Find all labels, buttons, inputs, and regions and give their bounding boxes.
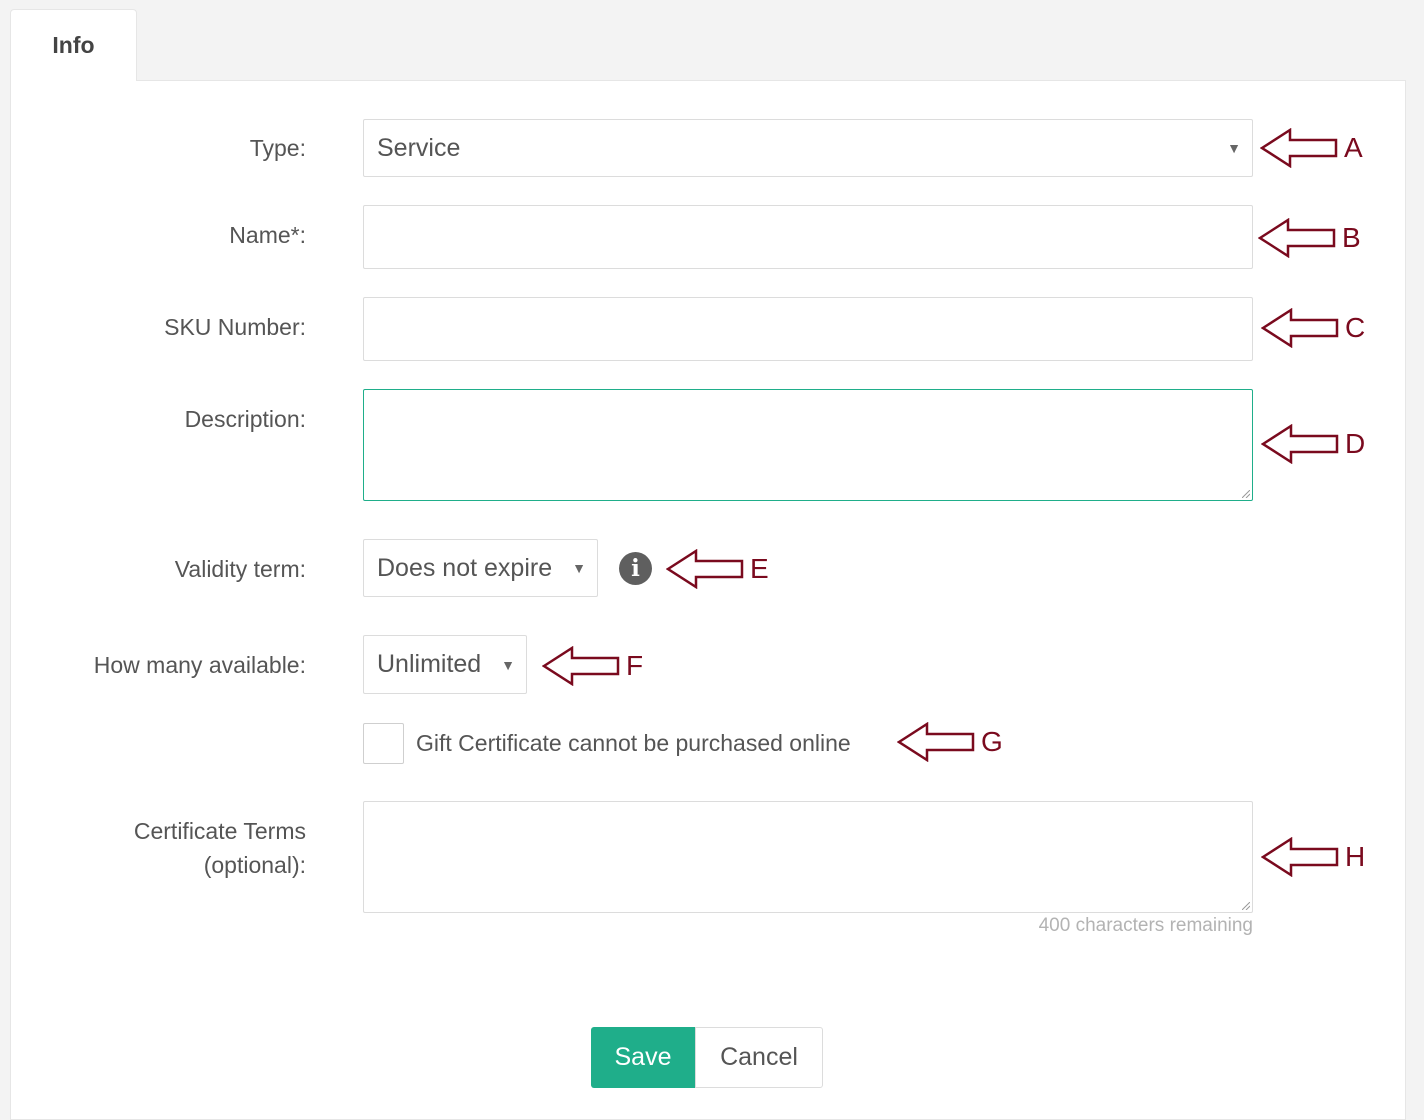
annotation-g: G (897, 722, 1003, 762)
resize-handle-icon[interactable] (1242, 490, 1250, 498)
terms-label: Certificate Terms (optional): (133, 818, 306, 878)
annotation-b: B (1258, 218, 1361, 258)
left-arrow-icon (1261, 837, 1339, 877)
annotation-label-e: E (750, 553, 769, 584)
sku-label: SKU Number: (164, 314, 306, 340)
annotation-f: F (542, 646, 643, 686)
left-arrow-icon (1258, 218, 1336, 258)
annotation-a: A (1260, 128, 1363, 168)
left-arrow-icon (542, 646, 620, 686)
left-arrow-icon (1260, 128, 1338, 168)
validity-select-value: Does not expire (377, 553, 553, 582)
available-select[interactable]: Unlimited ▼ (363, 635, 527, 694)
annotation-label-g: G (981, 726, 1003, 757)
cancel-button[interactable]: Cancel (695, 1027, 823, 1088)
available-label: How many available: (93, 652, 306, 678)
validity-select[interactable]: Does not expire ▼ (363, 539, 598, 597)
left-arrow-icon (666, 549, 744, 589)
validity-label: Validity term: (174, 556, 306, 582)
chevron-down-icon: ▼ (501, 656, 515, 673)
left-arrow-icon (1261, 308, 1339, 348)
name-input[interactable] (363, 205, 1253, 269)
annotation-label-a: A (1344, 132, 1363, 163)
annotation-d: D (1261, 424, 1365, 464)
annotation-e: E (666, 549, 769, 589)
left-arrow-icon (897, 722, 975, 762)
type-label: Type: (249, 135, 306, 161)
chevron-down-icon: ▼ (1227, 140, 1241, 156)
online-purchase-label[interactable]: Gift Certificate cannot be purchased onl… (416, 726, 851, 760)
resize-handle-icon[interactable] (1242, 902, 1250, 910)
terms-textarea[interactable] (363, 801, 1253, 913)
annotation-label-h: H (1345, 841, 1366, 872)
description-label: Description: (184, 406, 306, 432)
annotation-label-b: B (1342, 222, 1361, 253)
chevron-down-icon: ▼ (572, 560, 586, 576)
left-arrow-icon (1261, 424, 1339, 464)
characters-remaining: 400 characters remaining (1038, 915, 1253, 936)
sku-input[interactable] (363, 297, 1253, 361)
online-purchase-checkbox[interactable] (363, 723, 404, 764)
tab-info[interactable]: Info (10, 9, 137, 81)
save-button[interactable]: Save (591, 1027, 695, 1088)
annotation-label-f: F (626, 650, 644, 681)
annotation-h: H (1261, 837, 1365, 877)
annotation-label-c: C (1345, 312, 1366, 343)
available-select-value: Unlimited (377, 650, 482, 678)
type-select[interactable]: Service ▼ (363, 119, 1253, 177)
type-select-value: Service (377, 133, 461, 162)
annotation-c: C (1261, 308, 1365, 348)
annotation-label-d: D (1345, 428, 1366, 459)
description-textarea[interactable] (363, 389, 1253, 501)
name-label: Name*: (229, 222, 306, 248)
info-icon[interactable]: i (619, 552, 652, 585)
